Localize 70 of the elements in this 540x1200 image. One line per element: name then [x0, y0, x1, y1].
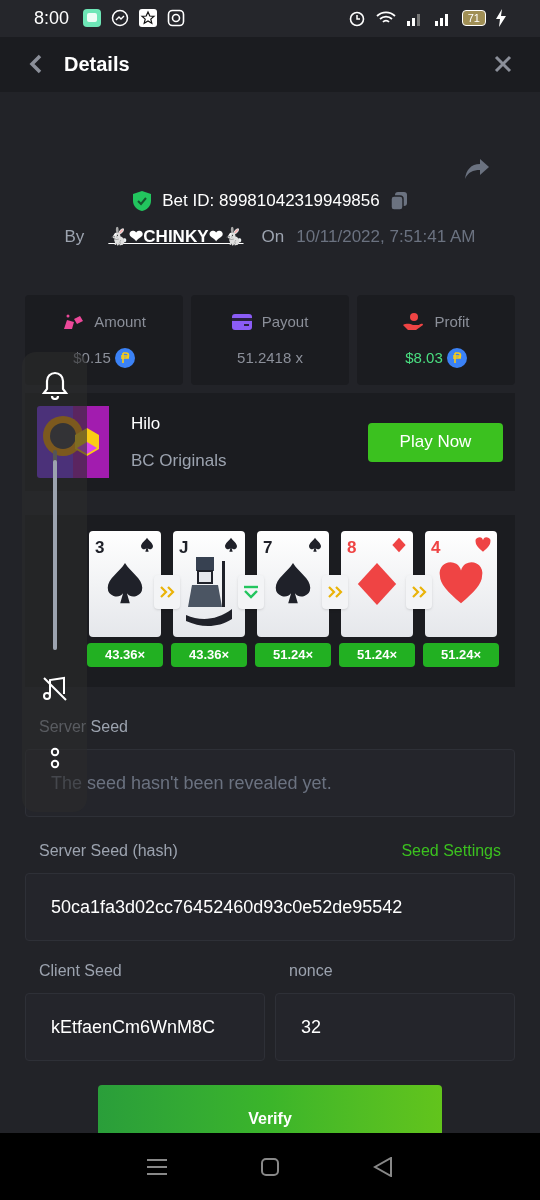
nonce-label: nonce	[289, 961, 334, 981]
heart-icon	[475, 537, 491, 553]
nonce-field[interactable]: 32	[275, 993, 515, 1061]
copy-button[interactable]	[389, 190, 408, 211]
camera-app-icon	[167, 9, 186, 28]
stat-value: $8.03	[405, 348, 443, 368]
bet-date: 10/11/2022, 7:51:41 AM	[296, 225, 476, 248]
status-time: 8:00	[34, 6, 70, 30]
share-button[interactable]	[464, 158, 490, 180]
stat-value: 51.2418 x	[237, 348, 303, 368]
bell-icon[interactable]	[40, 370, 69, 400]
card-rank: 4	[431, 537, 441, 559]
stat-label: Payout	[261, 311, 309, 332]
card-rank: 8	[347, 537, 357, 559]
nonce-value: 32	[301, 1015, 322, 1039]
down-chevron-icon	[243, 585, 259, 599]
back-icon	[28, 53, 44, 76]
card-rank: 7	[263, 537, 273, 559]
card-rank: 3	[95, 537, 105, 559]
back-button[interactable]	[28, 53, 44, 76]
server-hash-label: Server Seed (hash)	[39, 841, 178, 861]
stat-label: Amount	[94, 311, 146, 332]
game-provider: BC Originals	[131, 450, 227, 472]
battery-level: 71	[461, 10, 486, 27]
double-chevron-icon	[411, 586, 427, 598]
back-triangle-icon[interactable]	[373, 1156, 393, 1177]
more-icon[interactable]	[49, 746, 60, 770]
spade-icon	[307, 537, 323, 553]
double-chevron-icon	[327, 586, 343, 598]
server-hash-value: 50ca1fa3d02cc76452460d93c0e52de95542	[51, 895, 403, 919]
messenger-icon	[111, 9, 130, 28]
stat-value: $0.15	[73, 348, 111, 368]
card-rank: J	[179, 537, 189, 559]
home-icon[interactable]	[261, 1157, 279, 1176]
double-chevron-icon	[159, 586, 175, 598]
chat-app-icon	[83, 9, 102, 28]
diamond-icon	[391, 537, 407, 553]
multiplier-tag: 51.24×	[339, 643, 415, 667]
client-seed-field[interactable]: kEtfaenCm6WnM8C	[25, 993, 265, 1061]
spade-icon	[139, 537, 155, 553]
multiplier-tag: 43.36×	[87, 643, 163, 667]
on-label: On	[261, 225, 285, 248]
hand-person-icon	[402, 311, 425, 332]
card-icon	[231, 313, 252, 330]
coins-icon	[62, 312, 85, 331]
server-hash-field[interactable]: 50ca1fa3d02cc76452460d93c0e52de95542	[25, 873, 515, 941]
close-button[interactable]	[494, 55, 512, 74]
close-icon	[494, 55, 512, 74]
share-icon	[464, 158, 490, 180]
bet-id: Bet ID: 89981042319949856	[162, 190, 380, 212]
game-name: Hilo	[131, 412, 162, 435]
multiplier-tag: 51.24×	[255, 643, 331, 667]
alarm-icon	[347, 9, 366, 28]
by-label: By	[64, 225, 85, 248]
spade-icon	[223, 537, 239, 553]
menu-icon[interactable]	[147, 1157, 167, 1176]
charging-icon	[496, 9, 506, 28]
seed-settings-link[interactable]: Seed Settings	[401, 839, 501, 863]
multiplier-tag: 51.24×	[423, 643, 499, 667]
figure-drawing	[184, 555, 234, 627]
stat-label: Profit	[434, 311, 470, 332]
star-app-icon	[139, 9, 158, 28]
copy-icon	[389, 190, 408, 211]
shield-check-icon	[132, 189, 153, 212]
page-title: Details	[64, 52, 130, 78]
music-off-icon[interactable]	[41, 676, 68, 702]
client-seed-value: kEtfaenCm6WnM8C	[51, 1015, 216, 1039]
multiplier-tag: 43.36×	[171, 643, 247, 667]
client-seed-label: Client Seed	[39, 961, 123, 981]
user-link[interactable]: 🐇❤CHINKY❤🐇	[108, 223, 244, 249]
